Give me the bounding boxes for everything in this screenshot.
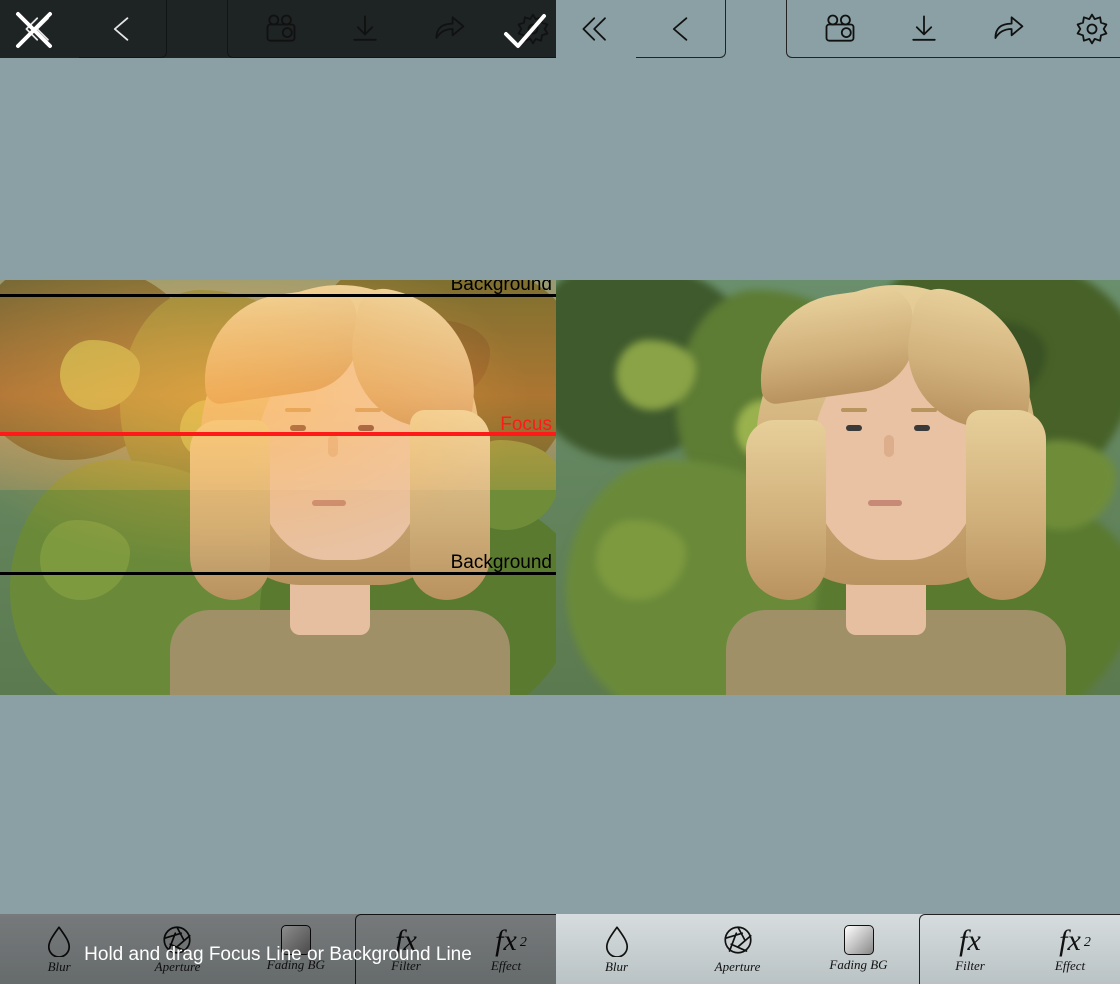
share-icon[interactable] [985,6,1031,52]
video-icon[interactable] [258,6,304,52]
rewind-button[interactable] [556,0,636,58]
tool-label: Effect [491,958,521,974]
tool-label: Blur [48,959,71,975]
fading-square-icon [281,925,311,955]
tool-blur[interactable]: Blur [0,914,118,984]
share-icon[interactable] [426,6,472,52]
tool-fading-bg[interactable]: Fading BG [798,914,919,984]
cancel-icon[interactable] [10,6,58,54]
tool-filter[interactable]: fx Filter [356,915,456,984]
tool-fading-bg[interactable]: Fading BG [237,914,355,984]
fx2-icon: fx2 [495,926,517,956]
tool-label: Aperture [715,959,761,975]
tool-label: Fading BG [829,957,887,973]
tool-aperture[interactable]: Aperture [118,914,236,984]
tool-effect[interactable]: fx2 Effect [1020,915,1120,984]
bottom-toolbar: Blur Aperture Fading BG fx Filter fx2 Ef… [556,914,1120,984]
fx-icon: fx [959,926,981,956]
left-screen: Background Focus Background Hold and dra… [0,0,556,984]
fx2-icon: fx2 [1059,926,1081,956]
fading-square-icon [844,925,874,955]
fx-icon: fx [395,926,417,956]
video-icon[interactable] [817,6,863,52]
photo-canvas[interactable] [556,280,1120,695]
tool-label: Aperture [155,959,201,975]
download-icon[interactable] [342,6,388,52]
download-icon[interactable] [901,6,947,52]
photo-canvas[interactable]: Background Focus Background [0,280,556,695]
right-screen: Blur Aperture Fading BG fx Filter fx2 Ef… [556,0,1120,984]
confirm-icon[interactable] [496,4,552,60]
settings-icon[interactable] [1069,6,1115,52]
bottom-toolbar: Blur Aperture Fading BG fx Filter fx2 Ef… [0,914,556,984]
tool-filter[interactable]: fx Filter [920,915,1020,984]
tool-effect[interactable]: fx2 Effect [456,915,556,984]
top-toolbar-actions [786,0,1120,58]
tool-blur[interactable]: Blur [556,914,677,984]
tool-label: Blur [605,959,628,975]
tool-label: Effect [1055,958,1085,974]
back-button[interactable] [79,0,167,58]
tool-label: Fading BG [267,957,325,973]
back-button[interactable] [636,0,726,58]
tool-aperture[interactable]: Aperture [677,914,798,984]
tool-label: Filter [391,958,421,974]
top-toolbar [0,0,556,58]
top-toolbar [556,0,1120,58]
tool-label: Filter [955,958,985,974]
